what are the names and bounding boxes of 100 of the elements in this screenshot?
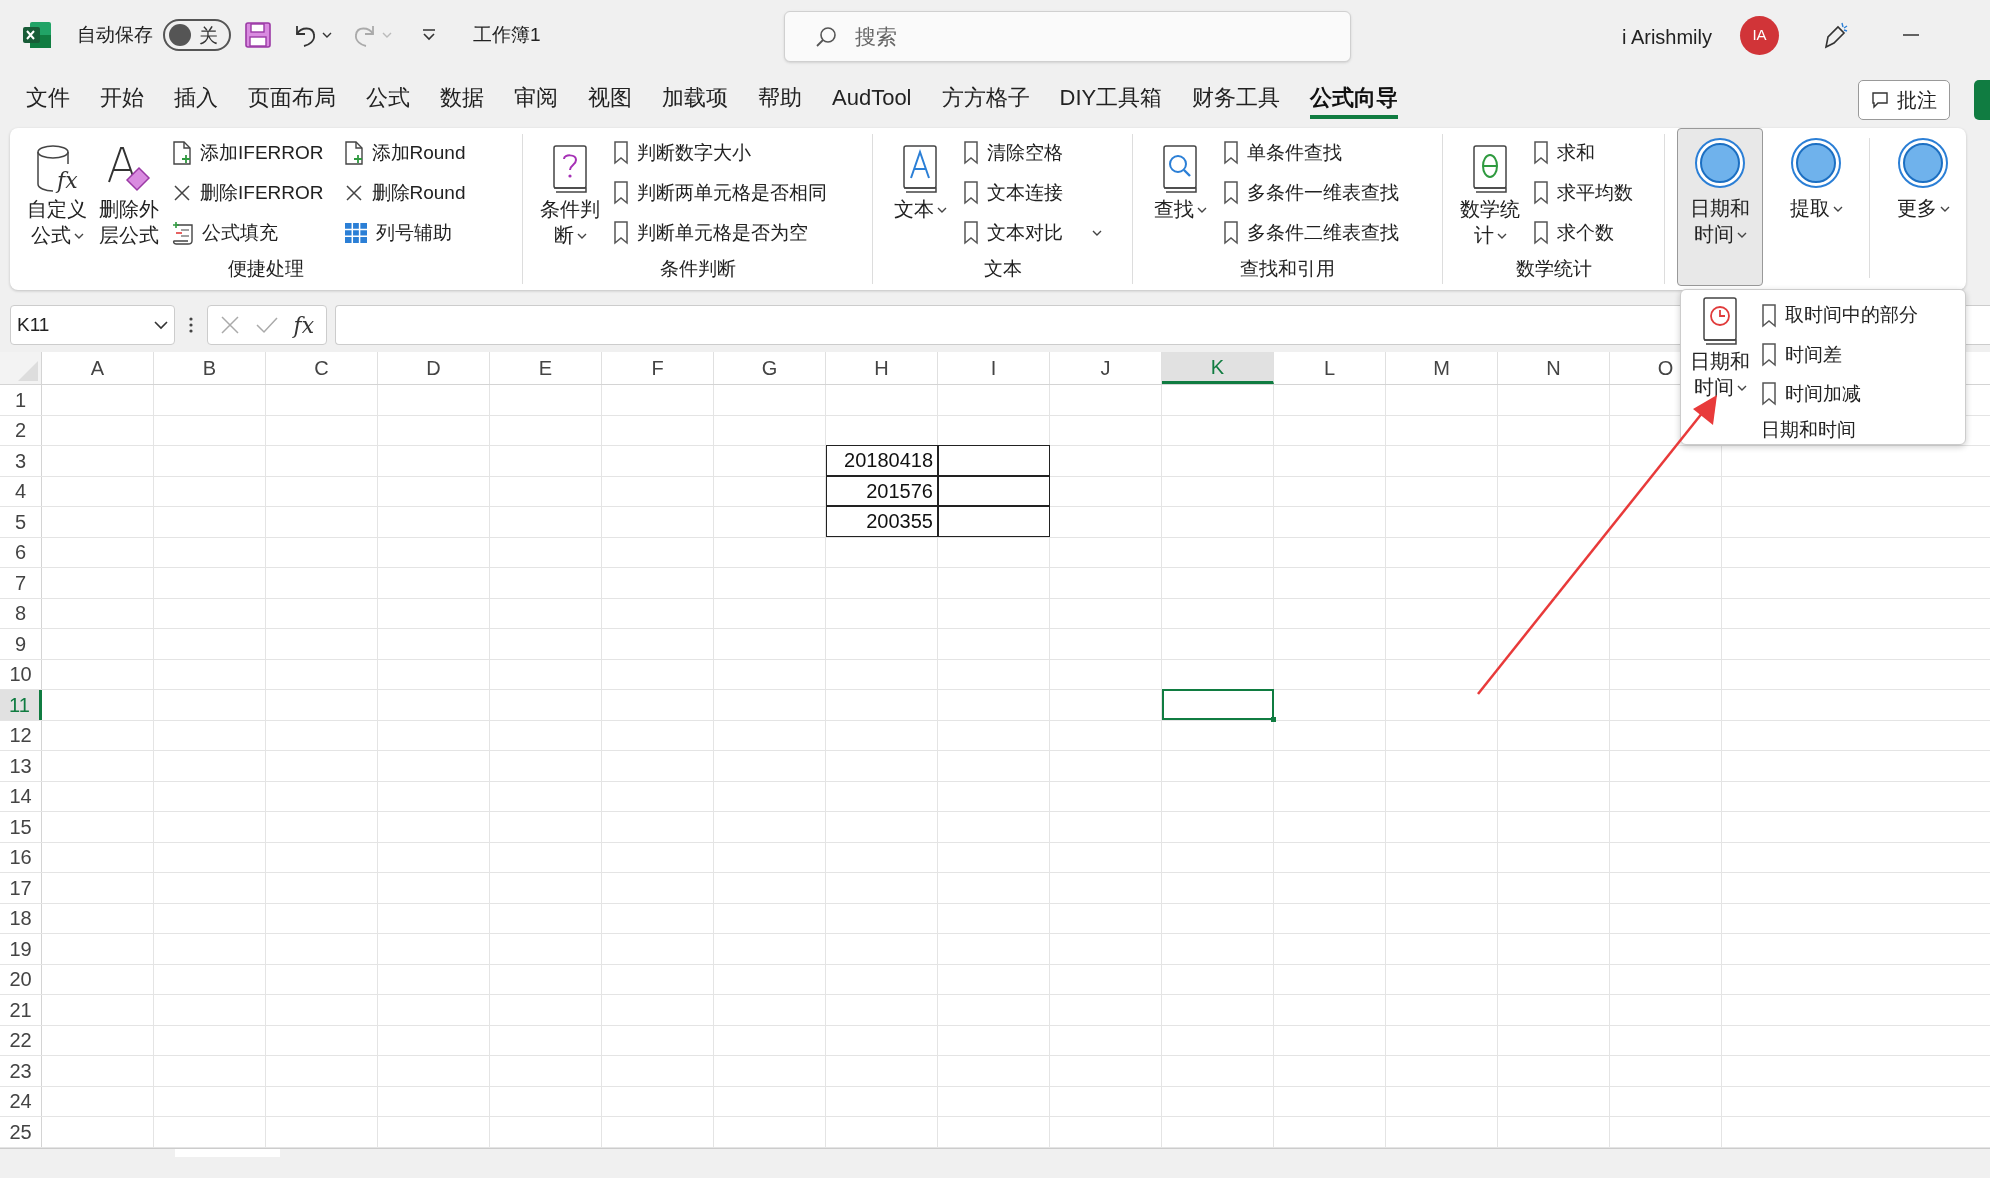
table-cell[interactable]: 200355 [826,506,938,537]
row-header[interactable]: 22 [0,1025,42,1055]
row-header[interactable]: 14 [0,781,42,811]
ribbon-item[interactable]: 添加Round [343,136,466,170]
row-header[interactable]: 9 [0,629,42,659]
ribbon-large-button[interactable]: 删除外层公式 [96,134,162,256]
column-header[interactable]: N [1498,352,1610,384]
row-header[interactable]: 7 [0,568,42,598]
ribbon-tab[interactable]: 公式向导 [1310,75,1399,119]
ribbon-item[interactable]: 公式填充 [172,216,324,250]
ribbon-item[interactable]: 文本对比 [963,216,1102,250]
ribbon-item[interactable]: 判断数字大小 [613,136,827,170]
customize-toolbar-icon[interactable] [421,28,437,42]
column-header[interactable]: G [714,352,826,384]
table-cell[interactable] [938,506,1050,537]
row-header[interactable]: 18 [0,903,42,933]
search-field[interactable]: 搜索 [784,11,1351,62]
ribbon-large-button[interactable]: fx 自定义公式 [24,134,90,256]
row-header[interactable]: 12 [0,720,42,750]
ribbon-item[interactable]: 单条件查找 [1223,136,1399,170]
ribbon-tab[interactable]: 页面布局 [248,75,336,119]
row-header[interactable]: 8 [0,598,42,628]
ribbon-large-button[interactable]: 查找 [1147,134,1213,256]
column-header[interactable]: B [154,352,266,384]
ribbon-tab[interactable]: 开始 [100,75,144,119]
ribbon-large-button[interactable]: 提取 [1773,128,1859,286]
table-cell[interactable]: 201576 [826,475,938,506]
row-header[interactable]: 21 [0,995,42,1025]
row-header[interactable]: 1 [0,385,42,415]
table-cell[interactable] [938,445,1050,476]
row-header[interactable]: 3 [0,446,42,476]
ribbon-item[interactable]: 清除空格 [963,136,1102,170]
ribbon-tab[interactable]: DIY工具箱 [1059,75,1163,119]
ribbon-item[interactable]: 求平均数 [1533,176,1633,210]
ribbon-tab[interactable]: 财务工具 [1192,75,1281,119]
ribbon-tab[interactable]: 视图 [588,75,632,119]
ribbon-large-button[interactable]: 条件判断 [537,134,603,256]
row-header[interactable]: 11 [0,690,42,720]
search-input[interactable]: 搜索 [855,20,1255,53]
ribbon-item[interactable]: 删除Round [343,176,466,210]
menu-item[interactable]: 时间加减 [1761,374,1918,414]
row-header[interactable]: 5 [0,507,42,537]
ribbon-item[interactable]: 求和 [1533,136,1633,170]
column-header[interactable]: E [490,352,602,384]
row-header[interactable]: 10 [0,659,42,689]
ribbon-tab[interactable]: 加载项 [662,75,728,119]
ribbon-large-button[interactable]: 更多 [1880,128,1966,286]
ribbon-tab[interactable]: AudTool [832,75,912,119]
row-header[interactable]: 4 [0,476,42,506]
row-header[interactable]: 17 [0,873,42,903]
ribbon-tab[interactable]: 文件 [26,75,70,119]
ribbon-large-button[interactable]: 日期和时间 [1677,128,1763,286]
ribbon-item[interactable]: 求个数 [1533,216,1633,250]
ribbon-item[interactable]: 删除IFERROR [172,176,324,210]
comment-button[interactable]: 批注 [1858,80,1950,120]
ribbon-item[interactable]: 多条件一维表查找 [1223,176,1399,210]
column-header[interactable]: M [1386,352,1498,384]
column-header[interactable]: I [938,352,1050,384]
column-header[interactable]: C [266,352,378,384]
ribbon-item[interactable]: 判断单元格是否为空 [613,216,827,250]
name-box[interactable]: K11 [10,305,175,345]
avatar[interactable]: IA [1740,16,1779,55]
ribbon-item[interactable]: 列号辅助 [343,216,466,250]
ribbon-tab[interactable]: 公式 [366,75,410,119]
more-options-icon[interactable] [189,317,193,333]
row-header[interactable]: 2 [0,415,42,445]
selected-cell[interactable] [1162,689,1274,720]
spreadsheet-logo-icon[interactable] [22,21,52,49]
column-header[interactable]: D [378,352,490,384]
row-header[interactable]: 24 [0,1086,42,1116]
autosave-toggle[interactable]: 关 [163,19,231,51]
row-header[interactable]: 16 [0,842,42,872]
ribbon-tab[interactable]: 帮助 [758,75,802,119]
insert-function-button[interactable]: fx [293,308,315,342]
ribbon-tab[interactable]: 数据 [440,75,484,119]
column-header[interactable]: L [1274,352,1386,384]
row-header[interactable]: 13 [0,751,42,781]
menu-item[interactable]: 时间差 [1761,335,1918,375]
ribbon-tab[interactable]: 审阅 [514,75,558,119]
column-header[interactable]: H [826,352,938,384]
row-header[interactable]: 25 [0,1117,42,1147]
ribbon-item[interactable]: 判断两单元格是否相同 [613,176,827,210]
ribbon-item[interactable]: 多条件二维表查找 [1223,216,1399,250]
ribbon-item[interactable]: 文本连接 [963,176,1102,210]
ribbon-item[interactable]: 添加IFERROR [172,136,324,170]
column-header[interactable]: F [602,352,714,384]
column-header[interactable]: K [1162,352,1274,384]
table-cell[interactable]: 20180418 [826,445,938,476]
ribbon-large-button[interactable]: 数学统计 [1457,134,1523,256]
ribbon-large-button[interactable]: 文本 [887,134,953,256]
row-header[interactable]: 20 [0,964,42,994]
ribbon-tab[interactable]: 方方格子 [941,75,1030,119]
ribbon-tab[interactable]: 插入 [174,75,218,119]
column-header[interactable]: A [42,352,154,384]
row-header[interactable]: 23 [0,1056,42,1086]
save-icon[interactable] [245,22,271,48]
row-header[interactable]: 15 [0,812,42,842]
table-cell[interactable] [938,475,1050,506]
row-header[interactable]: 19 [0,934,42,964]
menu-item[interactable]: 取时间中的部分 [1761,296,1918,336]
